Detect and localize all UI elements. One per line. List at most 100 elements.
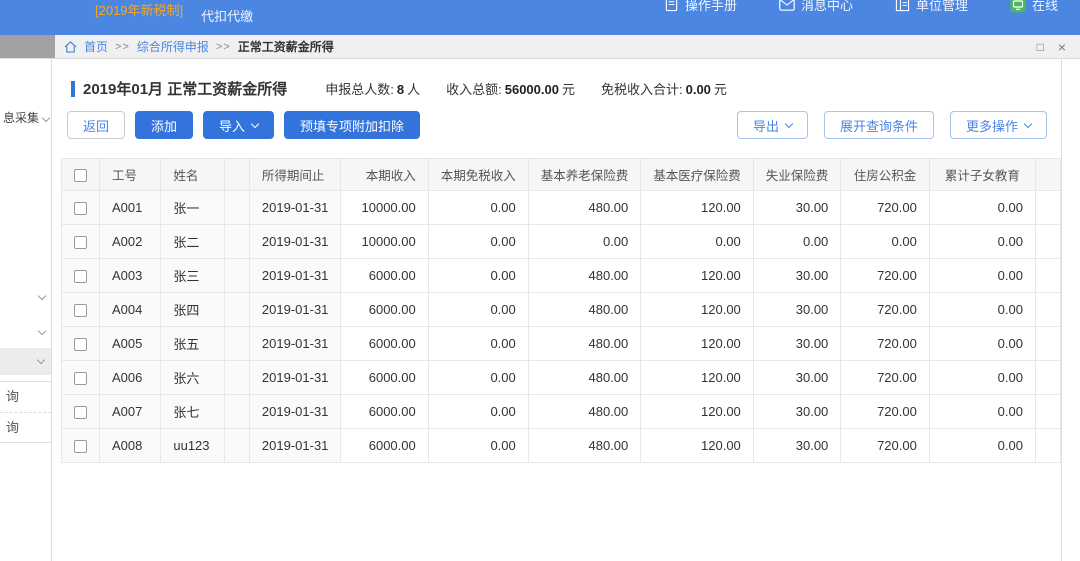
row-checkbox[interactable]	[74, 304, 87, 318]
salary-table: 工号 姓名 所得期间止 本期收入 本期免税收入 基本养老保险费 基本医疗保险费 失业保险费 住房…	[61, 158, 1062, 463]
cell-spacer	[223, 428, 250, 463]
row-checkbox[interactable]	[74, 338, 87, 352]
prefill-deduction-button[interactable]: 预填专项附加扣除	[284, 111, 421, 139]
row-checkbox[interactable]	[74, 372, 87, 386]
cell-housing_fund: 720.00	[840, 326, 930, 361]
cell-income: 6000.00	[340, 394, 429, 429]
select-all-checkbox[interactable]	[74, 168, 87, 182]
cell-emp_id: A003	[98, 258, 162, 293]
cell-emp_id: A004	[98, 292, 162, 327]
breadcrumb-separator: >>	[215, 40, 231, 53]
col-header-medical: 基本医疗保险费	[640, 158, 754, 191]
cell-child_education: 0.00	[928, 292, 1036, 327]
cell-unemployment: 30.00	[752, 394, 842, 429]
col-header-name: 姓名	[160, 158, 225, 191]
stat-total-income: 收入总额: 56000.00 元	[446, 82, 575, 97]
col-header-unemployment: 失业保险费	[752, 158, 842, 191]
cell-child_education: 0.00	[928, 190, 1036, 225]
cell-spacer	[223, 258, 250, 293]
row-checkbox[interactable]	[74, 270, 87, 284]
breadcrumb-current: 正常工资薪金所得	[237, 40, 334, 54]
cell-housing_fund: 720.00	[840, 258, 930, 293]
row-checkbox[interactable]	[74, 406, 87, 420]
close-icon[interactable]: ×	[1058, 40, 1066, 54]
cell-tax_free_income: 0.00	[427, 326, 529, 361]
cell-emp_id: A008	[98, 428, 162, 463]
cell-name: 张三	[160, 258, 225, 293]
cell-name: 张二	[160, 224, 225, 259]
cell-check	[61, 326, 100, 361]
col-header-child_education: 累计子女教育	[928, 158, 1036, 191]
export-button[interactable]: 导出	[736, 111, 808, 139]
breadcrumb-separator: >>	[115, 40, 130, 53]
cell-child_education: 0.00	[928, 394, 1036, 429]
cell-tax_free_income: 0.00	[427, 190, 529, 225]
cell-spacer	[223, 224, 250, 259]
cell-name: 张四	[160, 292, 225, 327]
cell-child_education: 0.00	[928, 360, 1036, 395]
breadcrumb-section[interactable]: 综合所得申报	[137, 38, 209, 55]
nav-item-withholding[interactable]: 代扣代缴	[201, 8, 253, 26]
cell-spacer	[223, 292, 250, 327]
chevron-down-icon[interactable]	[37, 291, 47, 301]
col-header-period_end: 所得期间止	[248, 158, 342, 191]
cell-unemployment: 30.00	[752, 428, 842, 463]
manual-link[interactable]: 操作手册	[664, 0, 737, 14]
row-checkbox[interactable]	[74, 440, 87, 454]
cell-child_education: 0.00	[928, 428, 1036, 463]
cell-spacer	[223, 394, 250, 429]
cell-tax_free_income: 0.00	[427, 428, 529, 463]
cell-tail	[1034, 394, 1062, 429]
row-checkbox[interactable]	[74, 236, 87, 250]
maximize-icon[interactable]: □	[1037, 41, 1044, 53]
message-center-link[interactable]: 消息中心	[779, 0, 853, 14]
org-icon	[895, 0, 910, 12]
expand-query-button[interactable]: 展开查询条件	[823, 111, 934, 139]
sidebar-header-block	[0, 35, 55, 58]
cell-unemployment: 30.00	[752, 258, 842, 293]
cell-spacer	[223, 326, 250, 361]
chevron-down-icon[interactable]	[37, 326, 47, 336]
sidebar-item-query-1[interactable]: 询	[0, 382, 51, 412]
message-icon	[779, 0, 795, 11]
chevron-down-icon	[784, 119, 794, 128]
table-row: A005 张五 2019-01-31 6000.00 0.00 480.00 120.00 3…	[61, 326, 1062, 361]
cell-pension: 480.00	[527, 190, 642, 225]
cell-period_end: 2019-01-31	[248, 292, 342, 327]
cell-income: 6000.00	[340, 360, 429, 395]
cell-check	[61, 360, 100, 395]
more-actions-button[interactable]: 更多操作	[949, 111, 1047, 139]
breadcrumb-home[interactable]: 首页	[84, 38, 108, 55]
row-checkbox[interactable]	[74, 202, 87, 216]
cell-medical: 120.00	[640, 292, 754, 327]
cell-check	[61, 258, 100, 293]
cell-pension: 480.00	[527, 292, 642, 327]
col-header-housing_fund: 住房公积金	[840, 158, 930, 191]
sidebar-item-query-2[interactable]: 询	[0, 412, 51, 442]
cell-period_end: 2019-01-31	[248, 258, 342, 293]
home-icon[interactable]	[64, 40, 77, 53]
cell-check	[61, 394, 100, 429]
col-header-tail	[1034, 158, 1062, 191]
import-button[interactable]: 导入	[203, 111, 275, 139]
table-row: A002 张二 2019-01-31 10000.00 0.00 0.00 0.00 0.00…	[61, 224, 1062, 259]
cell-period_end: 2019-01-31	[248, 428, 342, 463]
stat-total-people: 申报总人数: 8 人	[325, 82, 421, 97]
online-status[interactable]: 在线	[1010, 0, 1058, 14]
chevron-down-icon	[36, 355, 46, 365]
cell-name: uu123	[160, 428, 225, 463]
org-management-link[interactable]: 单位管理	[895, 0, 968, 14]
sidebar-item-active[interactable]	[0, 348, 51, 375]
cell-housing_fund: 720.00	[840, 428, 930, 463]
add-button[interactable]: 添加	[135, 111, 194, 139]
table-row: A008 uu123 2019-01-31 6000.00 0.00 480.00 120.…	[61, 428, 1062, 463]
sidebar: 息采集 询 询	[0, 59, 52, 561]
topbar-links: 操作手册 消息中心 单位管理 在线	[664, 0, 1058, 14]
chevron-down-icon	[250, 119, 260, 128]
back-button[interactable]: 返回	[67, 111, 126, 139]
manual-icon	[664, 0, 679, 12]
sidebar-query-group: 询 询	[0, 381, 51, 443]
sidebar-item-collect[interactable]: 息采集	[3, 109, 51, 126]
cell-period_end: 2019-01-31	[248, 224, 342, 259]
cell-medical: 0.00	[640, 224, 754, 259]
